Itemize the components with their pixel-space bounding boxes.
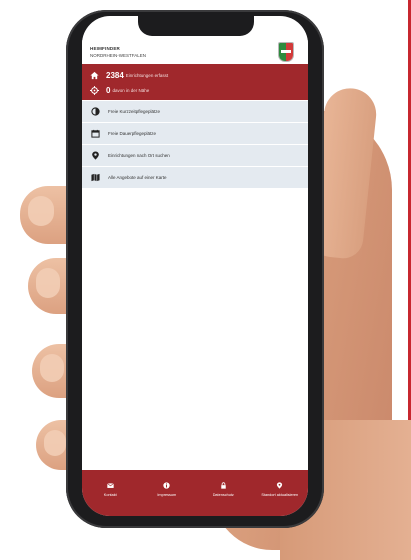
facility-count-row: 2384 Einrichtungen erfasst xyxy=(90,68,168,82)
menu-item-label: Einrichtungen nach Ort suchen xyxy=(108,153,170,158)
phone-notch xyxy=(138,14,254,36)
facility-count-label: Einrichtungen erfasst xyxy=(125,72,169,78)
nav-privacy-button[interactable]: Datenschutz xyxy=(197,470,249,497)
phone-screen: HEIMFINDER NORDRHEIN-WESTFALEN 2384 Einr… xyxy=(82,16,308,516)
home-icon xyxy=(90,71,99,80)
nav-imprint-button[interactable]: Impressum xyxy=(141,470,193,497)
map-pin-icon xyxy=(90,151,100,161)
nav-update-location-label: Standort aktualisieren xyxy=(261,493,299,497)
menu-item-short-term-care[interactable]: Freie Kurzzeitpflegeplätze xyxy=(82,101,308,123)
contrast-icon xyxy=(90,107,100,117)
map-icon xyxy=(90,173,100,183)
lock-icon xyxy=(220,482,227,489)
nav-imprint-label: Impressum xyxy=(157,493,177,497)
info-icon xyxy=(163,482,170,489)
crosshair-icon xyxy=(90,85,99,95)
bottom-navigation: Kontakt Impressum Datenschutz Standort a… xyxy=(82,470,308,516)
facility-count-value: 2384 xyxy=(106,70,124,80)
nearby-count-label: davon in der Nähe xyxy=(112,87,150,93)
envelope-icon xyxy=(106,482,114,489)
nav-contact-button[interactable]: Kontakt xyxy=(84,470,136,497)
nav-update-location-button[interactable]: Standort aktualisieren xyxy=(254,470,306,497)
menu-item-label: Freie Kurzzeitpflegeplätze xyxy=(108,109,161,114)
nrw-coat-of-arms-icon xyxy=(278,42,294,62)
location-pin-icon xyxy=(276,482,283,489)
stats-banner: 2384 Einrichtungen erfasst 0 davon in de… xyxy=(82,64,308,100)
nearby-count-row: 0 davon in der Nähe xyxy=(90,83,149,97)
menu-item-label: Freie Dauerpflegeplätze xyxy=(108,131,157,136)
brand-title: HEIMFINDER xyxy=(90,46,120,51)
calendar-icon xyxy=(90,129,100,139)
brand-subtitle: NORDRHEIN-WESTFALEN xyxy=(90,53,147,58)
nav-privacy-label: Datenschutz xyxy=(212,493,234,497)
menu-item-label: Alle Angebote auf einer Karte xyxy=(108,175,167,180)
nav-contact-label: Kontakt xyxy=(103,493,117,497)
menu-item-long-term-care[interactable]: Freie Dauerpflegeplätze xyxy=(82,123,308,145)
menu-item-map-view[interactable]: Alle Angebote auf einer Karte xyxy=(82,167,308,189)
menu-item-search-by-location[interactable]: Einrichtungen nach Ort suchen xyxy=(82,145,308,167)
nearby-count-value: 0 xyxy=(106,85,111,95)
